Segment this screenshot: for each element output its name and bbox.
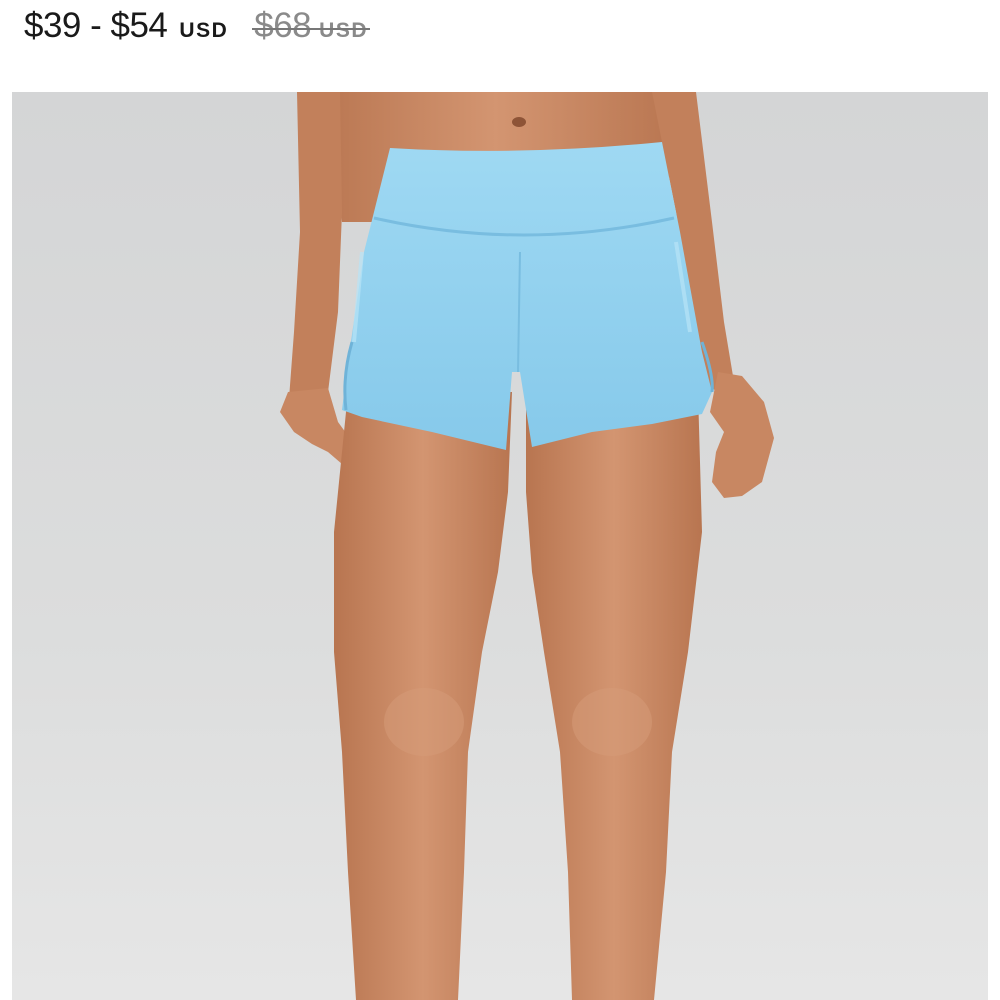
compare-at-currency: USD xyxy=(319,19,368,42)
right-knee xyxy=(572,688,652,756)
product-photo[interactable] xyxy=(12,92,988,1000)
compare-at-price: $68 USD xyxy=(252,6,370,46)
price-row: $39 - $54 USD $68 USD xyxy=(24,6,370,56)
running-shorts xyxy=(342,142,712,450)
navel xyxy=(512,117,526,127)
compare-at-amount: $68 xyxy=(254,6,312,45)
left-knee xyxy=(384,688,464,756)
sale-price-range: $39 - $54 xyxy=(24,6,168,45)
product-page: $39 - $54 USD $68 USD xyxy=(0,0,1000,1000)
sale-price-currency: USD xyxy=(179,19,229,42)
product-photo-illustration xyxy=(12,92,988,1000)
strikethrough-line xyxy=(252,28,370,30)
